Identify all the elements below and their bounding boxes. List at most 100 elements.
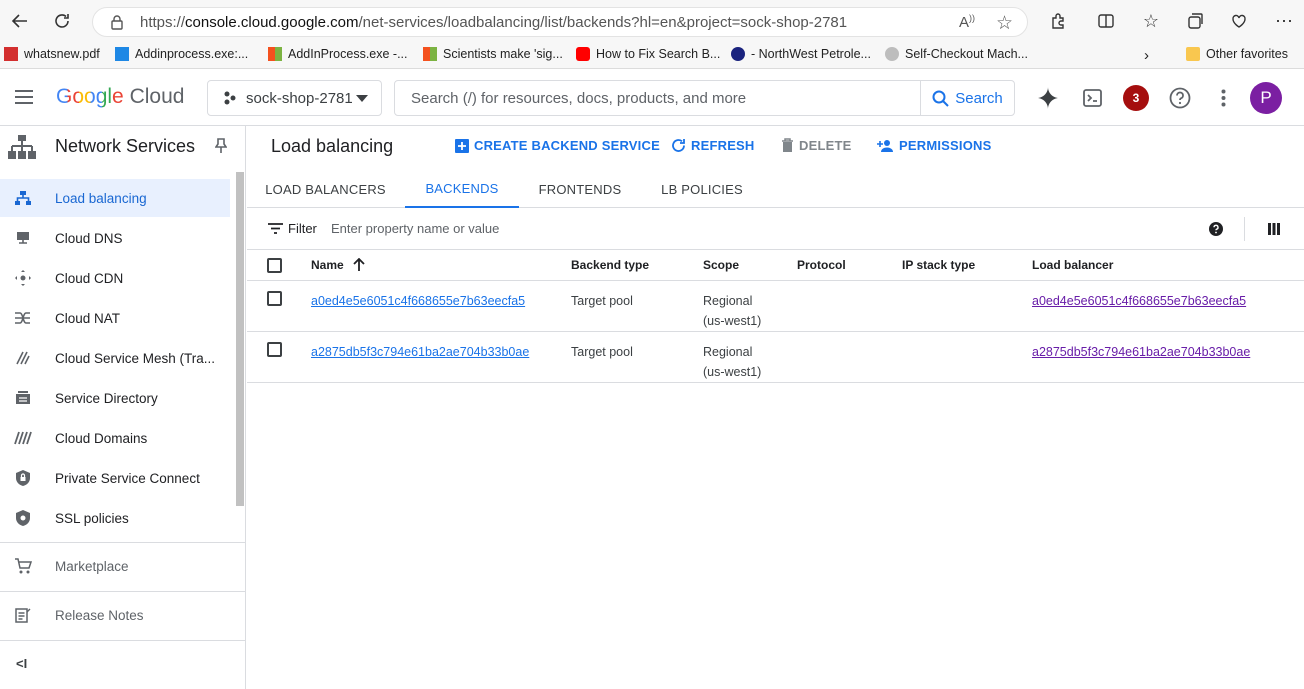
sidebar-divider [0,640,246,641]
sidebar-item-private-service-connect[interactable]: Private Service Connect [0,459,230,497]
reload-icon[interactable] [44,4,80,38]
table-row: a0ed4e5e6051c4f668655e7b63eecfa5 Target … [247,280,1304,332]
url-text[interactable]: https://console.cloud.google.com/net-ser… [140,14,847,31]
sidebar-item-load-balancing[interactable]: Load balancing [0,179,230,217]
service-directory-icon [14,389,32,407]
protocol [797,331,902,383]
browser-essentials-icon[interactable] [1221,4,1257,38]
backend-name-link[interactable]: a0ed4e5e6051c4f668655e7b63eecfa5 [311,294,525,308]
favorites-icon[interactable]: ☆ [1133,4,1169,38]
filter-icon[interactable] [268,223,283,234]
sidebar-scrollbar[interactable] [236,172,244,506]
tab-frontends[interactable]: FRONTENDS [531,170,629,208]
console-header: Google Cloud sock-shop-2781 Search (/) f… [0,70,1304,126]
cloud-shell-icon[interactable] [1083,89,1102,107]
sidebar-item-cloud-cdn[interactable]: Cloud CDN [0,259,230,297]
search-bar[interactable]: Search (/) for resources, docs, products… [394,80,1015,116]
google-cloud-logo[interactable]: Google Cloud [56,85,184,109]
more-icon[interactable]: ⋯ [1266,4,1302,38]
filter-bar: Filter Enter property name or value [247,208,1304,250]
select-all-checkbox[interactable] [267,257,282,273]
sidebar-title: Network Services [55,136,196,156]
back-icon[interactable] [2,4,38,38]
dns-icon [14,229,32,247]
sidebar-release-notes[interactable]: Release Notes [0,596,230,634]
column-header-backend-type[interactable]: Backend type [571,250,703,281]
sidebar-item-cloud-service-mesh[interactable]: Cloud Service Mesh (Tra... [0,339,230,377]
bookmark-addinprocess-2[interactable]: AddInProcess.exe -... [268,47,408,61]
bookmark-whatsnew[interactable]: whatsnew.pdf [4,47,100,61]
scope: Regional (us-west1) [703,280,797,332]
tab-load-balancers[interactable]: LOAD BALANCERS [259,170,392,208]
column-header-scope[interactable]: Scope [703,250,797,281]
row-checkbox[interactable] [267,341,282,357]
row-checkbox[interactable] [267,290,282,306]
search-input[interactable]: Search (/) for resources, docs, products… [411,90,746,107]
search-icon [932,90,949,107]
pdf-icon [4,47,18,61]
help-circle-icon[interactable] [1209,222,1223,236]
favorite-star-icon[interactable]: ☆ [996,12,1013,35]
microsoft-icon [423,47,437,61]
help-icon[interactable] [1169,87,1191,109]
create-backend-service-button[interactable]: CREATE BACKEND SERVICE [455,138,660,153]
split-screen-icon[interactable] [1088,4,1124,38]
project-picker[interactable]: sock-shop-2781 [207,80,382,116]
sidebar-item-cloud-domains[interactable]: Cloud Domains [0,419,230,457]
column-header-load-balancer[interactable]: Load balancer [1032,250,1304,281]
sidebar-divider [0,542,246,543]
bookmark-how-to-fix[interactable]: How to Fix Search B... [576,47,720,61]
dropdown-arrow-icon [356,95,368,102]
logo-google: Google [56,85,124,108]
more-vert-icon[interactable] [1221,89,1226,107]
tab-backends[interactable]: BACKENDS [405,170,519,208]
sidebar-item-service-directory[interactable]: Service Directory [0,379,230,417]
folder-icon [1186,47,1200,61]
refresh-button[interactable]: REFRESH [671,138,755,153]
sidebar-item-ssl-policies[interactable]: SSL policies [0,499,230,537]
service-mesh-icon [14,349,32,367]
collections-icon[interactable] [1177,4,1213,38]
column-display-icon[interactable] [1268,223,1280,235]
filter-input[interactable]: Enter property name or value [331,221,499,236]
column-header-name[interactable]: Name [311,250,571,281]
notifications-badge[interactable]: 3 [1123,85,1149,111]
bookmark-scientists[interactable]: Scientists make 'sig... [423,47,563,61]
menu-icon[interactable] [14,89,34,105]
read-aloud-icon[interactable]: A)) [959,13,975,31]
avatar[interactable]: P [1250,82,1282,114]
lock-icon[interactable] [110,14,124,30]
main-content: Load balancing CREATE BACKEND SERVICE RE… [247,126,1304,689]
sidebar-marketplace[interactable]: Marketplace [0,547,230,585]
tab-lb-policies[interactable]: LB POLICIES [653,170,751,208]
gemini-icon[interactable] [1037,87,1059,109]
site-icon [885,47,899,61]
bookmark-self-checkout[interactable]: Self-Checkout Mach... [885,47,1028,61]
delete-button[interactable]: DELETE [781,138,851,153]
address-bar[interactable]: https://console.cloud.google.com/net-ser… [92,7,1028,37]
load-balancer-link[interactable]: a2875db5f3c794e61ba2ae704b33b0ae [1032,345,1250,359]
column-header-ip-stack-type[interactable]: IP stack type [902,250,1032,281]
pin-icon[interactable] [215,138,227,154]
refresh-icon [671,138,686,153]
trash-icon [781,138,794,153]
sidebar-item-cloud-dns[interactable]: Cloud DNS [0,219,230,257]
collapse-sidebar-icon[interactable]: <I [16,656,27,671]
bookmark-addinprocess-1[interactable]: Addinprocess.exe:... [115,47,248,61]
domains-icon [14,429,32,447]
extensions-icon[interactable] [1040,4,1076,38]
bookmarks-overflow-chevron-icon[interactable]: › [1144,47,1149,64]
bookmark-northwest[interactable]: - NorthWest Petrole... [731,47,871,61]
browser-toolbar: https://console.cloud.google.com/net-ser… [0,0,1304,42]
backend-name-link[interactable]: a2875db5f3c794e61ba2ae704b33b0ae [311,345,529,359]
column-header-protocol[interactable]: Protocol [797,250,902,281]
load-balancer-link[interactable]: a0ed4e5e6051c4f668655e7b63eecfa5 [1032,294,1246,308]
site-icon [731,47,745,61]
sort-arrow-up-icon[interactable] [353,257,365,272]
search-button[interactable]: Search [920,81,1014,115]
permissions-button[interactable]: PERMISSIONS [877,138,992,153]
other-favorites[interactable]: Other favorites [1186,47,1288,61]
add-box-icon [455,138,469,153]
sidebar-item-cloud-nat[interactable]: Cloud NAT [0,299,230,337]
site-icon [115,47,129,61]
